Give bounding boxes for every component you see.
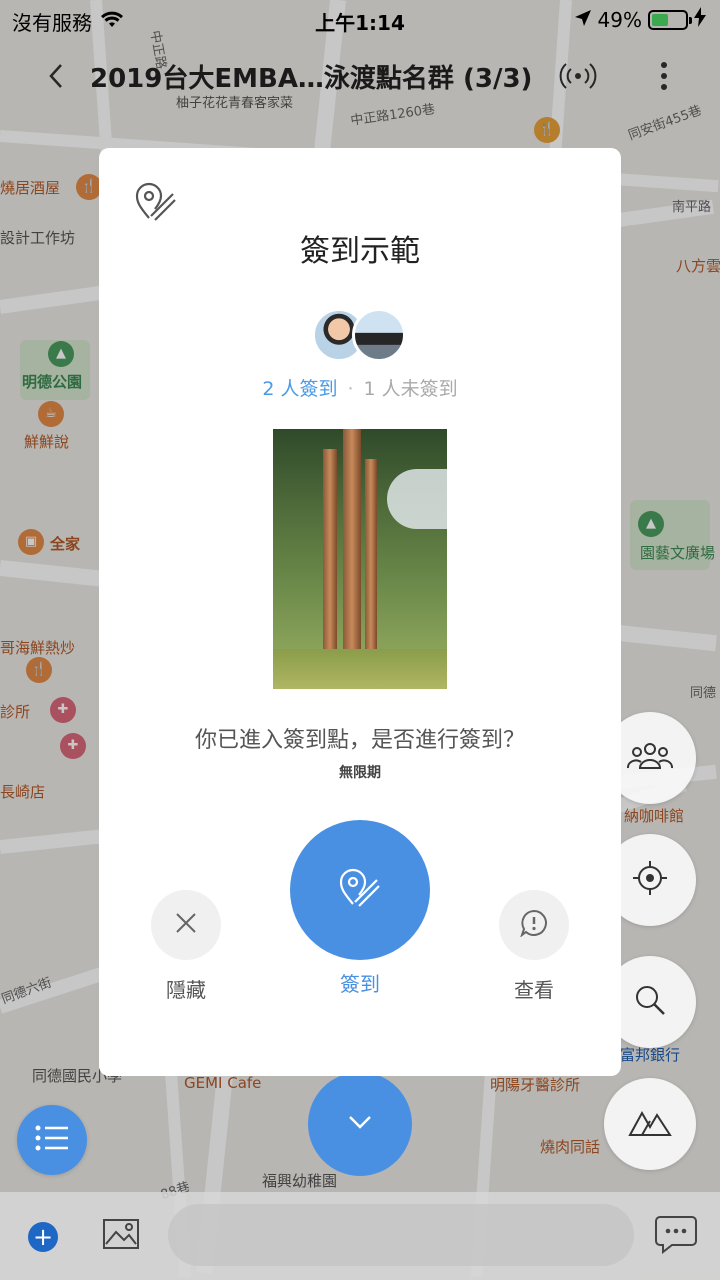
- photo-tree-trunk: [323, 449, 337, 659]
- view-label: 查看: [514, 978, 554, 1002]
- photo-grass: [273, 649, 447, 689]
- alert-bubble-icon: [520, 909, 548, 941]
- checkin-button[interactable]: 簽到: [290, 820, 430, 997]
- bottom-input-bar: +: [0, 1192, 720, 1280]
- search-icon: [634, 984, 666, 1020]
- message-input[interactable]: [168, 1204, 634, 1266]
- checkin-counts: 2 人簽到 · 1 人未簽到: [99, 374, 621, 401]
- image-icon[interactable]: [102, 1218, 140, 1250]
- photo-sky: [387, 469, 447, 529]
- checkin-circle[interactable]: [290, 820, 430, 960]
- collapse-button[interactable]: [308, 1072, 412, 1176]
- checkin-question: 你已進入簽到點，是否進行簽到？: [194, 728, 525, 753]
- view-button[interactable]: 查看: [499, 890, 569, 1003]
- hide-button[interactable]: 隱藏: [151, 890, 221, 1003]
- view-circle[interactable]: [499, 890, 569, 960]
- signed-count[interactable]: 2 人簽到: [262, 378, 337, 400]
- chevron-down-icon: [347, 1114, 373, 1134]
- checkin-label: 簽到: [340, 972, 380, 996]
- avatar: [352, 308, 406, 362]
- close-icon: [175, 912, 197, 938]
- expiry-text: 無限期: [339, 765, 381, 781]
- list-button[interactable]: [17, 1105, 87, 1175]
- checkin-photo[interactable]: [273, 429, 447, 689]
- terrain-button[interactable]: [604, 1078, 696, 1170]
- checkin-modal: 簽到示範 2 人簽到 · 1 人未簽到 你已進入簽到點，是否進行簽到？ 無限期 隱藏…: [99, 148, 621, 1076]
- modal-title: 簽到示範: [300, 234, 420, 269]
- terrain-icon: [628, 1107, 672, 1141]
- members-icon: [627, 741, 673, 775]
- checkin-pin-icon: [135, 182, 177, 222]
- photo-tree-trunk: [343, 429, 361, 659]
- photo-tree-trunk: [365, 459, 377, 659]
- avatar-group[interactable]: [312, 308, 408, 364]
- hide-circle[interactable]: [151, 890, 221, 960]
- hide-label: 隱藏: [166, 978, 206, 1002]
- count-separator: ·: [347, 378, 354, 400]
- locate-icon: [632, 860, 668, 900]
- plus-icon[interactable]: +: [28, 1222, 58, 1252]
- chat-icon[interactable]: [654, 1214, 698, 1255]
- checkin-pin-icon: [339, 868, 381, 912]
- list-icon: [35, 1125, 69, 1155]
- unsigned-count[interactable]: 1 人未簽到: [364, 378, 458, 400]
